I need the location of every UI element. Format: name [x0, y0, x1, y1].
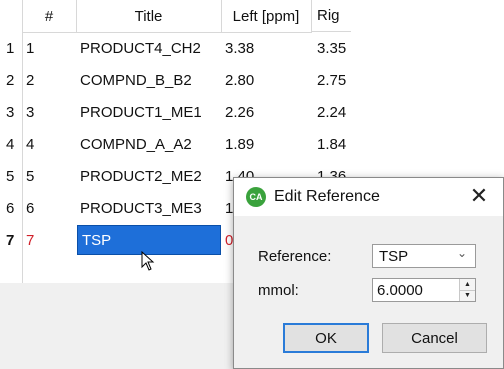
- row-header[interactable]: 5: [0, 160, 22, 192]
- ok-button[interactable]: OK: [283, 323, 369, 353]
- row-number-cell[interactable]: 3: [26, 96, 74, 128]
- row-header[interactable]: 6: [0, 192, 22, 224]
- column-header-right[interactable]: Rig: [311, 0, 351, 32]
- title-cell[interactable]: COMPND_B_B2: [80, 64, 220, 96]
- mmol-spinbox[interactable]: 6.0000 ▲ ▼: [372, 278, 476, 302]
- column-header-left[interactable]: Left [ppm]: [221, 0, 312, 33]
- column-divider: [311, 0, 312, 32]
- left-ppm-cell[interactable]: 3.38: [225, 32, 309, 64]
- row-number-cell[interactable]: 6: [26, 192, 74, 224]
- column-header-sort-label: #: [44, 7, 54, 25]
- chevron-down-icon: ⌄: [456, 246, 467, 260]
- title-cell[interactable]: COMPND_A_A2: [80, 128, 220, 160]
- row-number-cell[interactable]: 2: [26, 64, 74, 96]
- left-ppm-cell[interactable]: 2.80: [225, 64, 309, 96]
- row-number-cell[interactable]: 1: [26, 32, 74, 64]
- cancel-button[interactable]: Cancel: [382, 323, 487, 353]
- column-header-sort[interactable]: #: [22, 0, 77, 33]
- title-cell[interactable]: PRODUCT2_ME2: [80, 160, 220, 192]
- reference-label: Reference:: [258, 248, 332, 265]
- reference-select-value: TSP: [379, 247, 409, 265]
- column-header-title[interactable]: Title: [76, 0, 222, 33]
- column-header-left-label: Left [ppm]: [232, 7, 300, 25]
- row-header[interactable]: 3: [0, 96, 22, 128]
- mmol-input-value: 6.0000: [377, 281, 423, 299]
- right-ppm-cell[interactable]: 1.84: [317, 128, 357, 160]
- row-header[interactable]: 1: [0, 32, 22, 64]
- left-ppm-cell[interactable]: 1.89: [225, 128, 309, 160]
- left-ppm-cell[interactable]: 2.26: [225, 96, 309, 128]
- right-ppm-cell[interactable]: 2.75: [317, 64, 357, 96]
- row-number-cell[interactable]: 5: [26, 160, 74, 192]
- mmol-label: mmol:: [258, 282, 299, 299]
- spin-buttons: ▲ ▼: [459, 279, 475, 301]
- mouse-cursor-icon: [141, 251, 155, 271]
- title-cell[interactable]: PRODUCT3_ME3: [80, 192, 220, 224]
- close-icon[interactable]: ✕: [467, 184, 491, 208]
- title-cell[interactable]: PRODUCT4_CH2: [80, 32, 220, 64]
- row-header[interactable]: 4: [0, 128, 22, 160]
- column-header-right-label: Rig: [317, 7, 340, 24]
- row-number-cell[interactable]: 7: [26, 224, 74, 256]
- edit-reference-dialog: CA Edit Reference ✕ Reference: TSP ⌄ mmo…: [233, 177, 504, 369]
- app-icon: CA: [246, 187, 266, 207]
- row-header[interactable]: 2: [0, 64, 22, 96]
- column-divider: [221, 0, 222, 32]
- reference-select[interactable]: TSP ⌄: [372, 244, 476, 268]
- right-ppm-cell[interactable]: 2.24: [317, 96, 357, 128]
- dialog-titlebar[interactable]: CA Edit Reference ✕: [234, 178, 503, 216]
- title-cell[interactable]: PRODUCT1_ME1: [80, 96, 220, 128]
- column-header-title-label: Title: [134, 7, 163, 25]
- dialog-title: Edit Reference: [274, 188, 380, 205]
- row-header[interactable]: 7: [0, 224, 22, 256]
- column-divider: [76, 0, 77, 32]
- row-number-cell[interactable]: 4: [26, 128, 74, 160]
- right-ppm-cell[interactable]: 3.35: [317, 32, 357, 64]
- spin-down-icon[interactable]: ▼: [460, 290, 475, 301]
